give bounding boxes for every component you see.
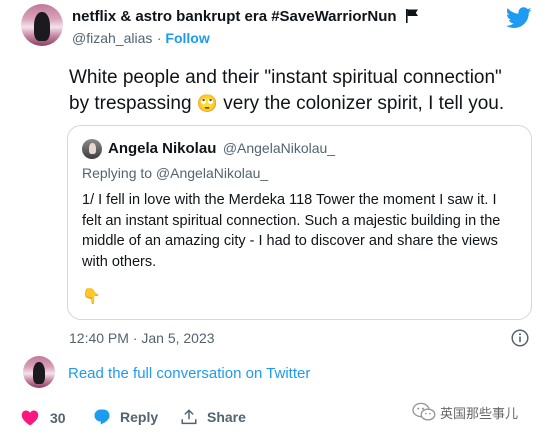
conversation-avatar[interactable] (23, 356, 55, 388)
author-meta-row: @fizah_alias · Follow (72, 30, 210, 48)
tweet-text: White people and their "instant spiritua… (69, 65, 539, 117)
share-upload-icon (180, 408, 198, 426)
like-count: 30 (50, 409, 66, 426)
quoted-tweet-text: 1/ I fell in love with the Merdeka 118 T… (82, 190, 522, 272)
tweet-text-line-2: by trespassing 🙄 very the colonizer spir… (69, 91, 539, 117)
quoted-replying-to: Replying to @AngelaNikolau_ (82, 165, 269, 181)
reply-button[interactable]: Reply (93, 408, 158, 426)
quoted-text-line-2: felt an instant spiritual connection. Su… (82, 212, 501, 229)
reply-label: Reply (120, 409, 159, 425)
quoted-tweet-card[interactable]: Angela Nikolau @AngelaNikolau_ Replying … (67, 125, 532, 320)
quoted-text-line-1: 1/ I fell in love with the Merdeka 118 T… (82, 192, 497, 208)
tweet-timestamp[interactable]: 12:40 PM · Jan 5, 2023 (69, 330, 215, 346)
info-icon[interactable] (511, 329, 529, 347)
heart-icon (21, 409, 39, 426)
quoted-author-avatar (82, 139, 102, 159)
author-display-name[interactable]: netflix & astro bankrupt era #SaveWarrio… (72, 8, 397, 25)
follow-button[interactable]: Follow (165, 30, 209, 46)
quoted-text-line-4: with others. (82, 253, 157, 270)
quoted-author-handle: @AngelaNikolau_ (222, 140, 336, 156)
author-name-row[interactable]: netflix & astro bankrupt era #SaveWarrio… (72, 8, 419, 25)
tweet-text-line-2-after: very the colonizer spirit, I tell you. (223, 93, 505, 114)
author-handle[interactable]: @fizah_alias (72, 30, 152, 46)
quoted-text-line-3: middle of an amazing city - I had to dis… (82, 233, 498, 249)
quoted-author-row: Angela Nikolau @AngelaNikolau_ (108, 140, 335, 158)
tweet-text-line-2-before: by trespassing (69, 93, 192, 114)
flag-icon (405, 8, 419, 23)
reply-bubble-icon (93, 408, 111, 426)
pointing-down-emoji: 👇 (82, 288, 101, 305)
read-conversation-link[interactable]: Read the full conversation on Twitter (68, 365, 310, 382)
author-avatar[interactable] (21, 4, 63, 46)
share-button[interactable]: Share (180, 408, 246, 426)
like-button[interactable]: 30 (21, 409, 66, 426)
eye-roll-emoji: 🙄 (196, 94, 218, 113)
wechat-icon (412, 402, 436, 422)
watermark-text: 英国那些事儿 (440, 405, 519, 421)
tweet-text-line-1: White people and their "instant spiritua… (69, 67, 502, 88)
quoted-author-name: Angela Nikolau (108, 140, 217, 157)
twitter-bird-icon[interactable] (506, 7, 532, 29)
share-label: Share (207, 409, 246, 425)
wechat-watermark: 英国那些事儿 (412, 402, 518, 422)
